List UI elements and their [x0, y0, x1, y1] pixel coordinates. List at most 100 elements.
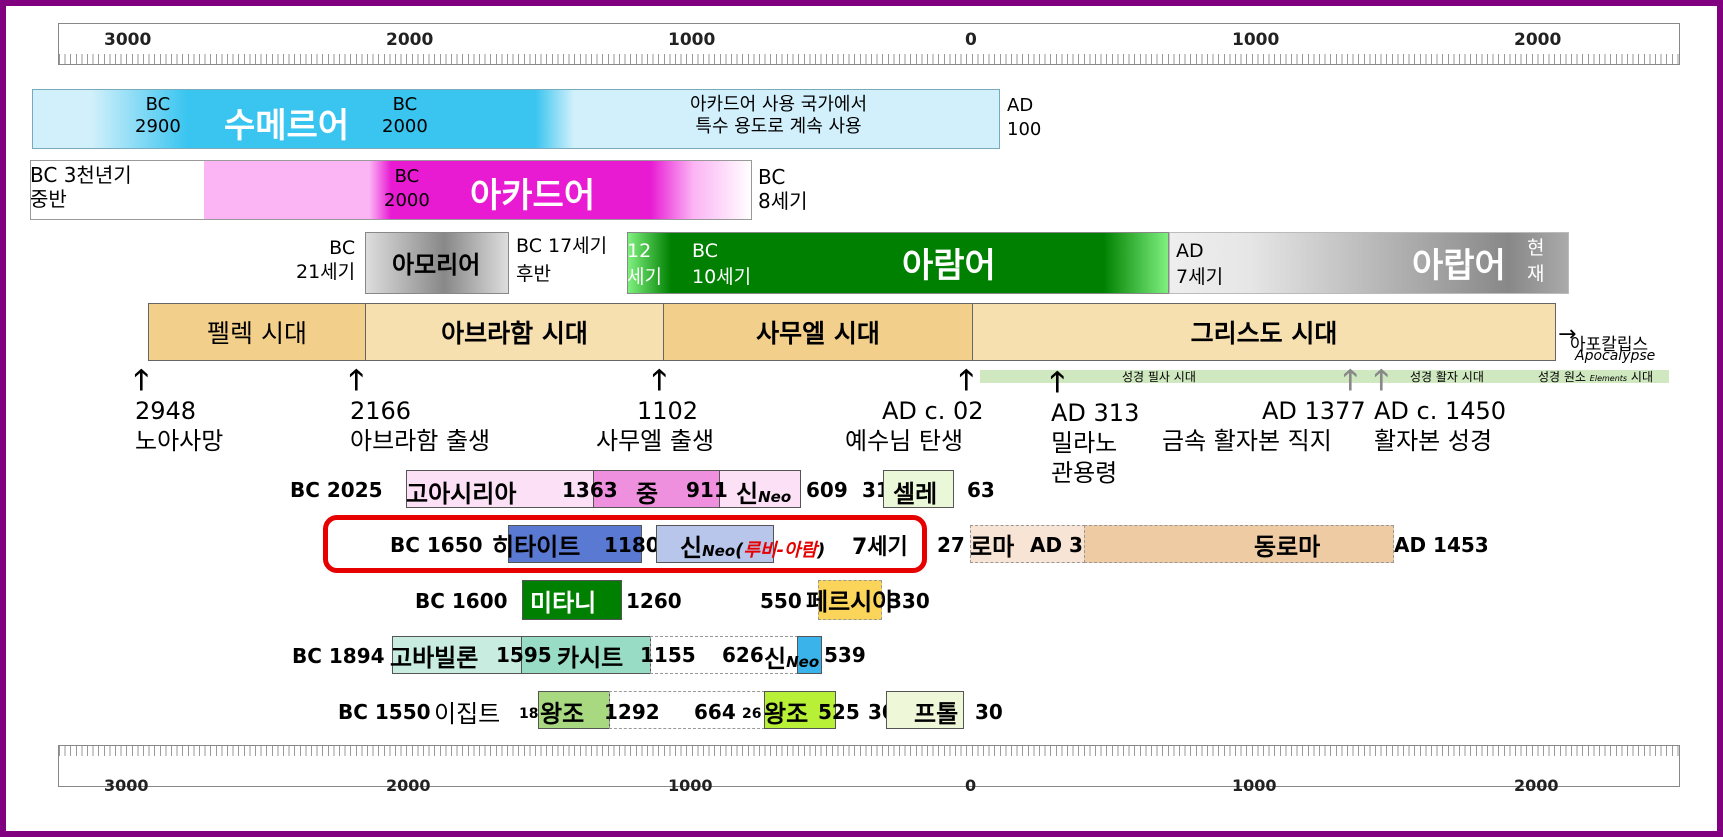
neo-hittite-label: 신Neo(루비-아람) — [680, 528, 825, 563]
akkadian-end: BC 8세기 — [758, 165, 808, 213]
aramaic-end: AD 7세기 — [1176, 240, 1224, 288]
assyria-start: BC 2025 — [290, 478, 383, 502]
persia-label: 페르시아 — [806, 588, 895, 616]
tick-2000ad: 2000 — [1514, 30, 1562, 50]
tick-2000bc: 2000 — [386, 30, 434, 50]
tick-2000bc: 2000 — [386, 776, 431, 795]
apocalypse-en: Apocalypse — [1575, 348, 1656, 364]
luwian-aramaic-label: 루비-아람 — [743, 540, 818, 561]
milestone-samuel-label: 사무엘 출생 — [596, 427, 715, 455]
neo-assyria-label: 신Neo — [736, 474, 791, 509]
bible-original-small: Elements — [1589, 374, 1628, 383]
milestone-abraham-label: 아브라함 출생 — [350, 427, 491, 455]
dyn26-num: 26 — [742, 706, 762, 722]
rome-start: 27 — [937, 533, 965, 557]
babylon-y4: 539 — [824, 643, 866, 667]
assyria-y2: 911 — [686, 478, 728, 502]
hittite-end: 7세기 — [852, 535, 908, 560]
bible-print-period: 성경 활자 시대 — [1410, 370, 1484, 384]
era-peleg: 펠렉 시대 — [148, 303, 366, 361]
dyn18-label: 왕조 — [540, 700, 585, 728]
up-arrow-icon: 🡑 — [349, 363, 364, 396]
milestone-jesus-year: AD c. 02 — [882, 397, 984, 425]
tick-0: 0 — [965, 30, 977, 50]
bottom-ruler: 3000 2000 1000 0 1000 2000 — [58, 745, 1680, 795]
babylon-y1: 1595 — [496, 643, 552, 667]
babylon-y3: 626 — [722, 643, 764, 667]
east-rome-end: AD 1453 — [1394, 533, 1489, 557]
amorite-end: BC 17세기 후반 — [516, 235, 608, 285]
amorite-start: BC 21세기 — [296, 237, 356, 283]
mitanni-end: 1260 — [626, 589, 682, 613]
era-samuel: 사무엘 시대 — [663, 303, 973, 361]
up-arrow-icon: 🡑 — [134, 363, 149, 396]
hittite-y1: 1180 — [604, 533, 660, 557]
top-ruler: 3000 2000 1000 0 1000 2000 — [58, 23, 1680, 65]
arabic-end: 현 재 — [1527, 237, 1545, 285]
seleucid-label: 셀레 — [893, 480, 938, 508]
milestone-noah-year: 2948 — [135, 397, 197, 425]
milestone-bible-label: 활자본 성경 — [1374, 427, 1493, 455]
bible-copy-period: 성경 필사 시대 — [1122, 370, 1196, 384]
sumerian-start: BC 2900 — [135, 94, 181, 137]
neo-babylon-neo: Neo — [786, 653, 820, 671]
milestone-jesus-label: 예수님 탄생 — [845, 427, 964, 455]
mitanni-label: 미타니 — [530, 589, 597, 617]
egypt-start: BC 1550 — [338, 700, 431, 724]
arabic-name: 아랍어 — [1412, 246, 1506, 286]
milestone-abraham-year: 2166 — [350, 397, 412, 425]
assyria-y5: 63 — [967, 478, 995, 502]
tick-1000ad: 1000 — [1232, 776, 1277, 795]
arabic-bar — [1169, 232, 1569, 294]
aramaic-mid: BC 10세기 — [692, 240, 752, 288]
milestone-jikji-label: 금속 활자본 직지 — [1162, 427, 1332, 455]
egypt-y3: 525 — [818, 700, 860, 724]
east-rome-label: 동로마 — [1254, 533, 1321, 561]
neo-hittite-neo: Neo — [702, 542, 736, 560]
tick-3000bc: 3000 — [104, 30, 152, 50]
tick-1000bc: 1000 — [668, 30, 716, 50]
middle-assyria-label: 중 — [636, 480, 659, 508]
neo-hittite-pre: 신 — [680, 534, 703, 562]
milestone-samuel-year: 1102 — [637, 397, 699, 425]
egypt-y2: 664 — [694, 700, 736, 724]
milestone-milan-year: AD 313 — [1051, 399, 1140, 427]
persia-start: 550 — [760, 589, 802, 613]
rome-label: 로마 — [970, 533, 1015, 561]
tick-1000bc: 1000 — [668, 776, 713, 795]
neo-assyria-pre: 신 — [736, 480, 759, 508]
up-arrow-icon: 🡑 — [1050, 365, 1065, 398]
east-rome-box — [1084, 525, 1394, 563]
amorite-name: 아모리어 — [392, 251, 481, 279]
aramaic-name: 아람어 — [902, 246, 996, 286]
assyria-y3: 609 — [806, 478, 848, 502]
era-christ: 그리스도 시대 — [972, 303, 1556, 361]
aramaic-start: 12 세기 — [627, 240, 662, 288]
egypt-label: 이집트 — [434, 700, 501, 728]
hittite-label: 히타이트 — [492, 533, 581, 561]
hittite-start: BC 1650 — [390, 533, 483, 557]
old-assyria-label: 고아시리아 — [406, 480, 517, 508]
bible-original-period: 성경 원소 Elements 시대 — [1538, 368, 1653, 385]
old-babylon-label: 고바빌론 — [390, 644, 479, 672]
tick-1000ad: 1000 — [1232, 30, 1280, 50]
up-arrow-icon: 🡑 — [652, 363, 667, 396]
dyn26-label: 왕조 — [764, 700, 809, 728]
egypt-y1: 1292 — [604, 700, 660, 724]
egypt-y5: 30 — [975, 700, 1003, 724]
up-arrow-icon: 🡑 — [959, 363, 974, 396]
akkadian-mid: BC 2000 — [384, 166, 430, 211]
milestone-milan-label: 밀라노 관용령 — [1051, 429, 1118, 487]
up-arrow-icon: 🡑 — [1343, 363, 1358, 396]
paren-close: ) — [817, 540, 826, 561]
tick-0: 0 — [965, 776, 977, 795]
up-arrow-icon: 🡑 — [1374, 363, 1389, 396]
babylon-y2: 1155 — [640, 643, 696, 667]
neo-babylon-pre: 신 — [764, 645, 787, 673]
bible-original-pre: 성경 원소 — [1538, 370, 1590, 384]
ptolemy-label: 프톨 — [914, 700, 959, 728]
era-abraham: 아브라함 시대 — [365, 303, 664, 361]
ruler-scale — [59, 746, 1679, 756]
akkadian-name: 아카드어 — [470, 176, 596, 216]
milestone-noah-label: 노아사망 — [135, 427, 224, 455]
